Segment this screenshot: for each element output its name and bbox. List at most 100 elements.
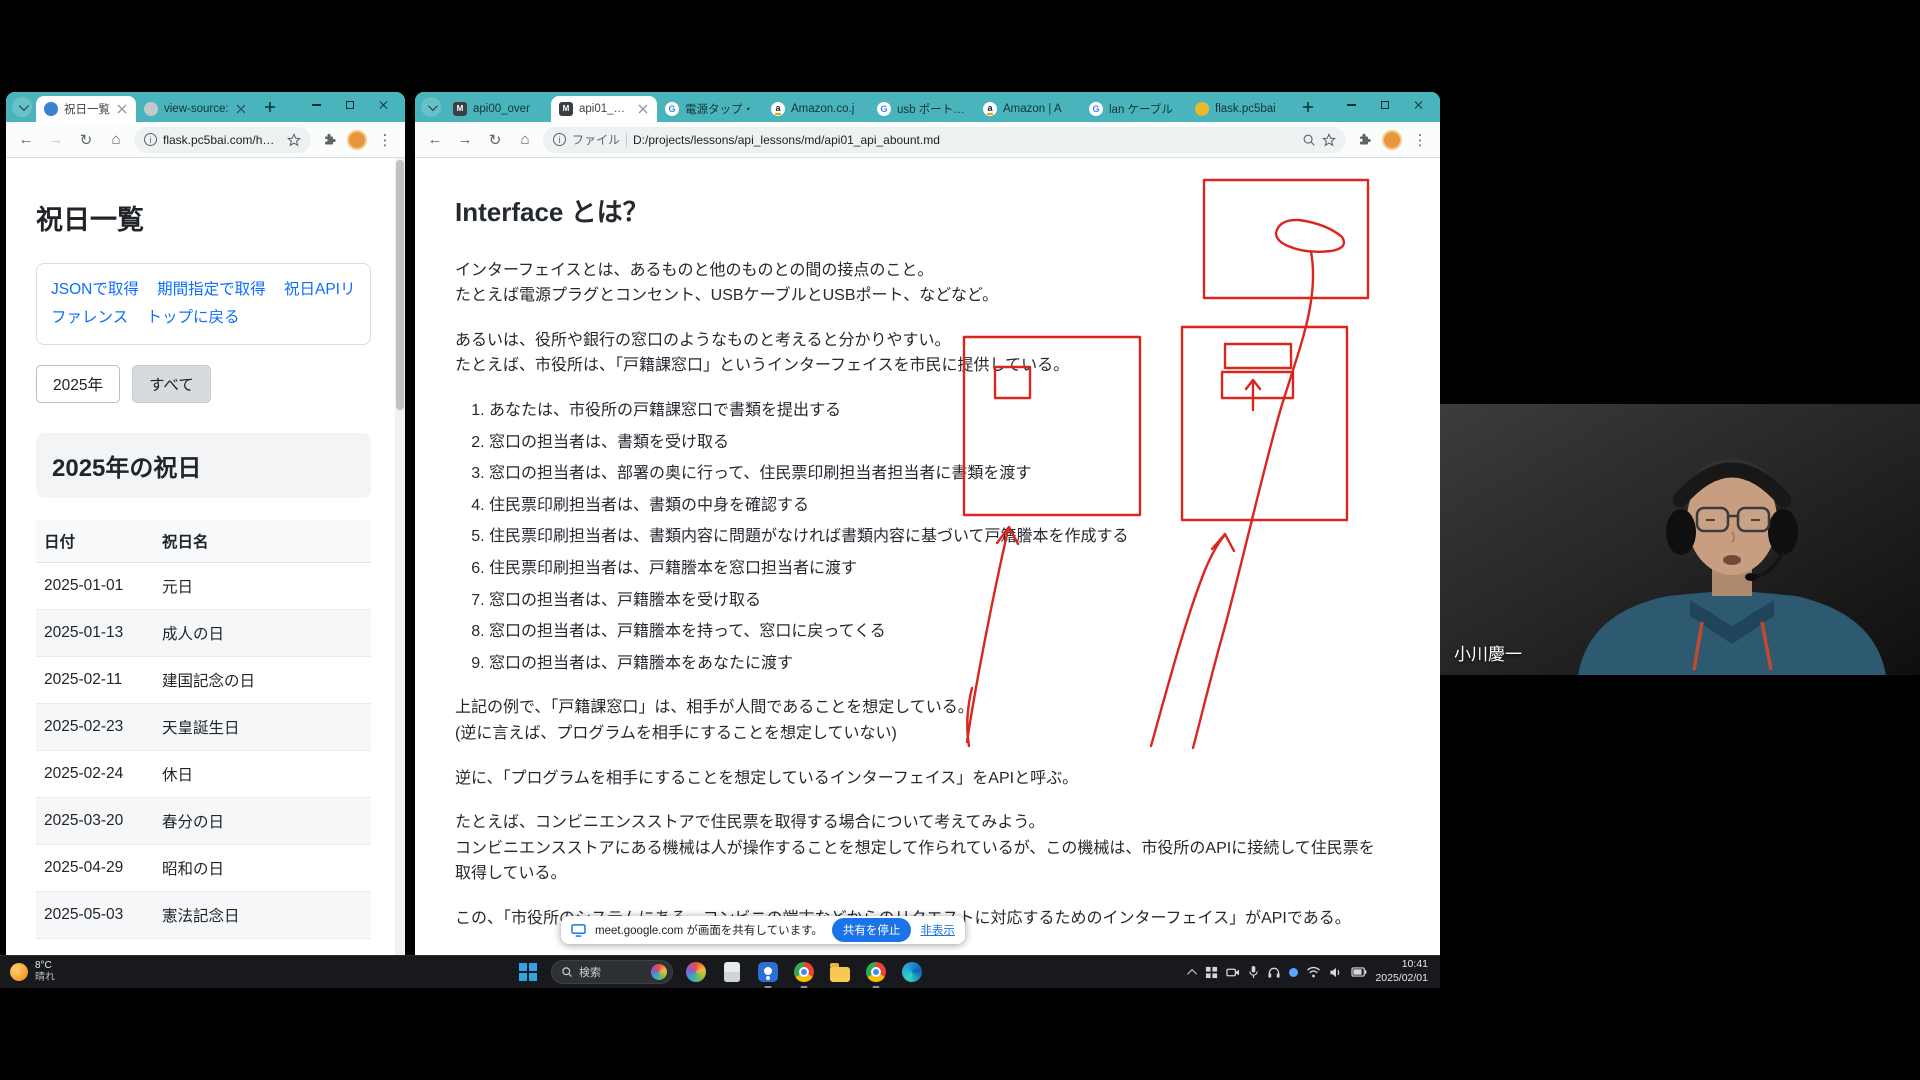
- bookmark-star-icon[interactable]: [1322, 133, 1336, 147]
- table-row: 2025-02-11建国記念の日: [36, 656, 371, 703]
- new-tab-button[interactable]: [259, 96, 281, 118]
- tab-power-strip[interactable]: 電源タップ・: [657, 96, 763, 122]
- minimize-button[interactable]: [1334, 92, 1368, 118]
- tab-api01-active[interactable]: api01_api_ab: [551, 96, 657, 122]
- tab-lan-cable[interactable]: lan ケーブル: [1081, 96, 1187, 122]
- close-tab-icon[interactable]: [116, 103, 128, 115]
- col-header-date: 日付: [36, 520, 154, 563]
- taskbar-app-meet[interactable]: [755, 959, 781, 985]
- holiday-site-favicon-icon: [44, 102, 58, 116]
- weather-widget[interactable]: 8°C 晴れ: [0, 956, 65, 988]
- grid-tray-icon[interactable]: [1205, 966, 1218, 979]
- year-2025-button[interactable]: 2025年: [36, 365, 120, 403]
- new-tab-button[interactable]: [1297, 96, 1319, 118]
- extensions-icon[interactable]: [1352, 128, 1376, 152]
- document-app-icon: [724, 962, 740, 982]
- maximize-button[interactable]: [1368, 92, 1402, 118]
- taskbar-app-document[interactable]: [719, 959, 745, 985]
- address-bar[interactable]: flask.pc5bai.com/holi...: [134, 127, 311, 153]
- minimize-icon: [312, 104, 321, 105]
- headset-tray-icon[interactable]: [1267, 966, 1281, 979]
- back-button[interactable]: ←: [14, 128, 38, 152]
- taskbar-app-explorer[interactable]: [827, 959, 853, 985]
- bookmark-star-icon[interactable]: [287, 133, 301, 147]
- tab-label: view-source:: [164, 103, 229, 115]
- close-button[interactable]: [1402, 92, 1436, 118]
- site-info-icon[interactable]: [553, 133, 566, 146]
- list-item: 住民票印刷担当者は、書類の中身を確認する: [489, 493, 1380, 519]
- hide-banner-link[interactable]: 非表示: [920, 922, 955, 938]
- volume-icon[interactable]: [1329, 966, 1343, 979]
- holiday-name: 昭和の日: [154, 844, 371, 891]
- taskbar-clock[interactable]: 10:41 2025/02/01: [1375, 958, 1428, 985]
- site-info-icon[interactable]: [144, 133, 157, 146]
- zoom-icon[interactable]: [1302, 133, 1316, 147]
- scrollbar-thumb[interactable]: [396, 160, 404, 410]
- stop-sharing-button[interactable]: 共有を停止: [832, 918, 912, 942]
- share-message: meet.google.com が画面を共有しています。: [595, 922, 823, 938]
- screen: 祝日一覧 view-source: ← → ↻ ⌂: [0, 0, 1920, 1080]
- holiday-name: 天皇誕生日: [154, 703, 371, 750]
- forward-button[interactable]: →: [44, 128, 68, 152]
- taskbar-app-edge[interactable]: [899, 959, 925, 985]
- home-button[interactable]: ⌂: [513, 128, 537, 152]
- taskbar-search[interactable]: 検索: [551, 960, 673, 984]
- extensions-icon[interactable]: [317, 128, 341, 152]
- holiday-date: 2025-04-29: [36, 844, 154, 891]
- profile-avatar[interactable]: [1382, 130, 1402, 150]
- edge-icon: [902, 962, 922, 982]
- close-tab-icon[interactable]: [637, 103, 649, 115]
- left-page-content: 祝日一覧 JSONで取得 期間指定で取得 祝日APIリファレンス トップに戻る …: [6, 158, 405, 955]
- address-bar[interactable]: ファイル D:/projects/lessons/api_lessons/md/…: [543, 127, 1346, 153]
- profile-avatar[interactable]: [347, 130, 367, 150]
- view-source-favicon-icon: [144, 102, 158, 116]
- weather-temp: 8°C: [35, 960, 55, 973]
- link-back-to-top[interactable]: トップに戻る: [147, 309, 240, 326]
- home-button[interactable]: ⌂: [104, 128, 128, 152]
- back-button[interactable]: ←: [423, 128, 447, 152]
- tab-search-button[interactable]: [421, 97, 441, 117]
- reload-button[interactable]: ↻: [74, 128, 98, 152]
- start-button[interactable]: [515, 959, 541, 985]
- tab-holiday-list[interactable]: 祝日一覧: [36, 96, 136, 122]
- window-controls: [1334, 92, 1436, 118]
- webcam-video-tile: 小川慶一: [1440, 404, 1920, 675]
- tab-amazon-2[interactable]: Amazon | A: [975, 96, 1081, 122]
- search-highlight-icon: [651, 964, 667, 980]
- tab-usb-port[interactable]: usb ポート・く: [869, 96, 975, 122]
- link-get-range[interactable]: 期間指定で取得: [157, 281, 266, 298]
- process-list: あなたは、市役所の戸籍課窓口で書類を提出する 窓口の担当者は、書類を受け取る 窓…: [455, 398, 1380, 676]
- google-favicon-icon: [877, 102, 891, 116]
- browser-menu-icon[interactable]: ⋮: [1408, 128, 1432, 152]
- maximize-button[interactable]: [333, 92, 367, 118]
- camera-tray-icon[interactable]: [1226, 966, 1240, 979]
- all-button[interactable]: すべて: [132, 365, 211, 403]
- reload-button[interactable]: ↻: [483, 128, 507, 152]
- tab-search-button[interactable]: [12, 97, 32, 117]
- tab-flask[interactable]: flask.pc5bai: [1187, 96, 1293, 122]
- mic-tray-icon[interactable]: [1248, 965, 1259, 979]
- tab-amazon-1[interactable]: Amazon.co.j: [763, 96, 869, 122]
- scrollbar[interactable]: [395, 158, 405, 955]
- taskbar-app-chrome-2[interactable]: [863, 959, 889, 985]
- taskbar-app-emoji[interactable]: [683, 959, 709, 985]
- address-divider: [626, 133, 627, 147]
- teams-status-icon[interactable]: [1289, 968, 1298, 977]
- holiday-date: 2025-05-03: [36, 891, 154, 938]
- tab-view-source[interactable]: view-source:: [136, 96, 255, 122]
- forward-button[interactable]: →: [453, 128, 477, 152]
- browser-menu-icon[interactable]: ⋮: [373, 128, 397, 152]
- tab-label: Amazon.co.j: [791, 103, 861, 115]
- doc-paragraph: あるいは、役所や銀行の窓口のようなものと考えると分かりやすい。 たとえば、市役所…: [455, 328, 1380, 379]
- close-button[interactable]: [367, 92, 401, 118]
- tray-overflow-chevron-icon[interactable]: [1188, 968, 1198, 978]
- close-tab-icon[interactable]: [235, 103, 247, 115]
- windows-taskbar: 8°C 晴れ 検索: [0, 955, 1440, 988]
- battery-icon[interactable]: [1351, 967, 1367, 977]
- link-get-json[interactable]: JSONで取得: [51, 281, 139, 298]
- taskbar-app-chrome[interactable]: [791, 959, 817, 985]
- wifi-icon[interactable]: [1306, 966, 1321, 978]
- tab-api00[interactable]: api00_over: [445, 96, 551, 122]
- tab-label: flask.pc5bai: [1215, 103, 1285, 115]
- minimize-button[interactable]: [299, 92, 333, 118]
